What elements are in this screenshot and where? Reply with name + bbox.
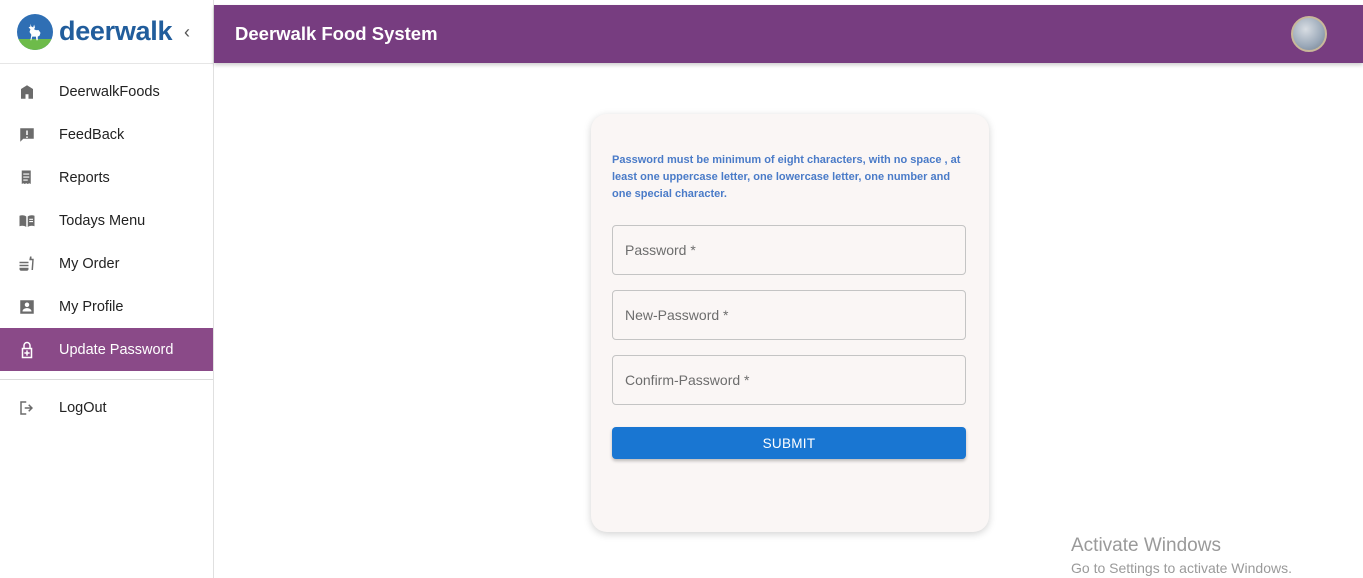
profile-icon xyxy=(18,298,36,316)
confirm-password-input[interactable] xyxy=(625,372,965,388)
sidebar-item-label: DeerwalkFoods xyxy=(59,83,160,100)
new-password-field[interactable] xyxy=(612,290,966,340)
password-rules-text: Password must be minimum of eight charac… xyxy=(612,154,961,200)
order-icon xyxy=(18,255,36,273)
sidebar-item-deerwalkfoods[interactable]: DeerwalkFoods xyxy=(0,70,213,113)
sidebar-item-label: Todays Menu xyxy=(59,212,146,229)
sidebar-item-label: Reports xyxy=(59,169,110,186)
confirm-password-field[interactable] xyxy=(612,355,966,405)
new-password-input[interactable] xyxy=(625,307,965,323)
home-icon xyxy=(18,83,36,101)
page-title: Deerwalk Food System xyxy=(235,23,438,44)
password-field[interactable] xyxy=(612,225,966,275)
deer-logo-icon xyxy=(17,13,53,50)
password-input[interactable] xyxy=(625,242,965,258)
update-password-card: Password must be minimum of eight charac… xyxy=(591,114,989,532)
sidebar-item-label: FeedBack xyxy=(59,126,125,143)
logout-icon xyxy=(18,399,36,417)
sidebar-item-label: My Order xyxy=(59,255,120,272)
sidebar-item-feedback[interactable]: FeedBack xyxy=(0,113,213,156)
sidebar-item-label: My Profile xyxy=(59,298,124,315)
brand-name: deerwalk xyxy=(59,16,173,46)
sidebar-nav: DeerwalkFoods FeedBack Reports Todays Me… xyxy=(0,64,213,371)
feedback-icon xyxy=(18,126,36,144)
sidebar-item-label: LogOut xyxy=(59,399,107,416)
sidebar: deerwalk ‹ DeerwalkFoods FeedBack Report… xyxy=(0,0,214,578)
watermark-title: Activate Windows xyxy=(1071,535,1221,556)
menu-book-icon xyxy=(18,212,36,230)
chevron-left-icon[interactable]: ‹ xyxy=(180,22,194,42)
sidebar-item-label: Update Password xyxy=(59,341,174,358)
receipt-icon xyxy=(18,169,36,187)
sidebar-item-my-profile[interactable]: My Profile xyxy=(0,285,213,328)
sidebar-item-logout[interactable]: LogOut xyxy=(0,386,213,429)
page: deerwalk ‹ DeerwalkFoods FeedBack Report… xyxy=(0,0,1363,578)
sidebar-item-reports[interactable]: Reports xyxy=(0,156,213,199)
sidebar-item-update-password[interactable]: Update Password xyxy=(0,328,213,371)
nav-divider xyxy=(0,379,213,380)
avatar[interactable] xyxy=(1291,16,1327,52)
watermark-subtitle: Go to Settings to activate Windows. xyxy=(1071,560,1292,576)
app-header: Deerwalk Food System xyxy=(214,5,1363,63)
sidebar-item-my-order[interactable]: My Order xyxy=(0,242,213,285)
submit-button[interactable]: SUBMIT xyxy=(612,427,966,459)
sidebar-item-todays-menu[interactable]: Todays Menu xyxy=(0,199,213,242)
lock-plus-icon xyxy=(18,341,36,359)
